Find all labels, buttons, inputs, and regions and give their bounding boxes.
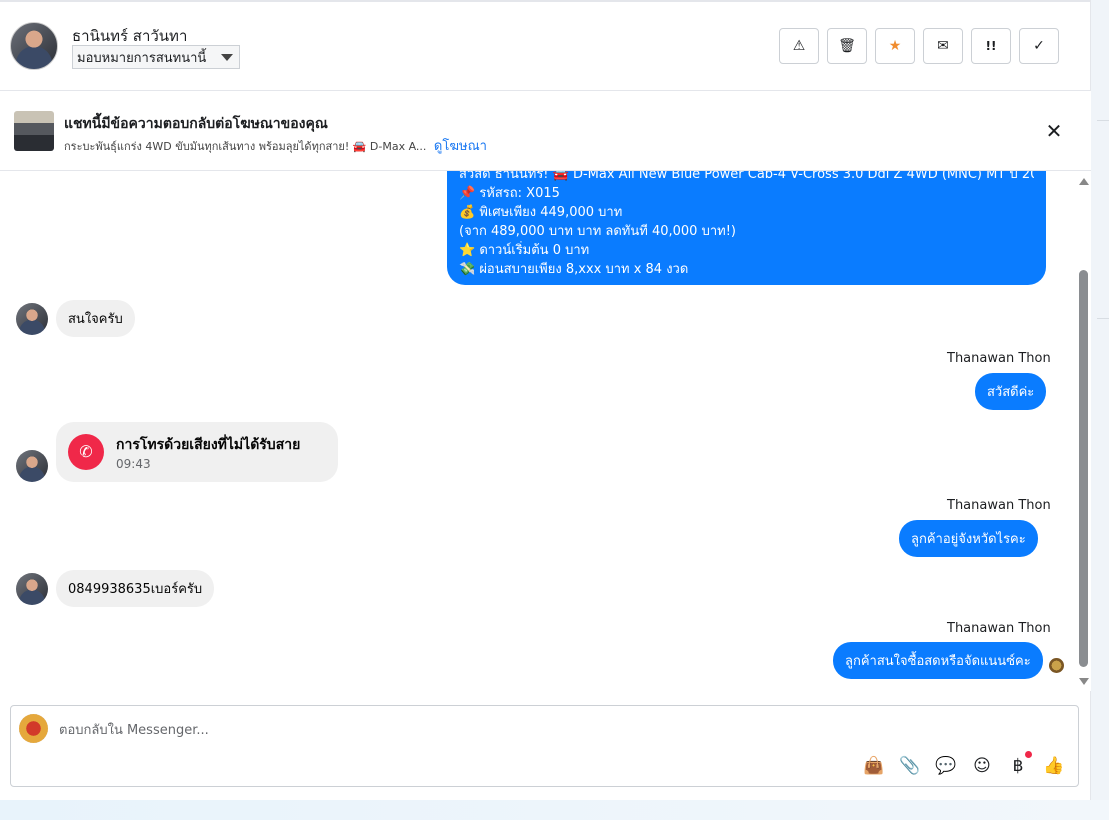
trash-icon: 🗑: [838, 38, 856, 54]
delete-button[interactable]: 🗑: [827, 28, 867, 64]
ad-thumbnail[interactable]: [14, 111, 54, 151]
page-footer-background: [0, 800, 1109, 820]
ad-banner-title: แชทนี้มีข้อความตอบกลับต่อโฆษณาของคุณ: [64, 116, 328, 132]
shopping-bag-icon[interactable]: 👜: [862, 754, 886, 778]
close-icon[interactable]: ✕: [1043, 121, 1065, 143]
spam-icon: !!: [985, 39, 997, 53]
spam-button[interactable]: !!: [971, 28, 1011, 64]
divider: [0, 0, 1091, 2]
assign-label: มอบหมายการสนทนานี้: [77, 50, 207, 66]
caret-down-icon: [221, 53, 233, 61]
assign-conversation-select[interactable]: มอบหมายการสนทนานี้: [72, 45, 240, 69]
mark-unread-button[interactable]: ✉: [923, 28, 963, 64]
ad-banner-subtitle: กระบะพันธุ์แกร่ง 4WD ขับมันทุกเส้นทาง พร…: [64, 135, 487, 156]
view-ad-link[interactable]: ดูโฆษณา: [434, 139, 487, 154]
side-strip: [1091, 0, 1109, 800]
baht-glyph: ฿: [1012, 756, 1024, 776]
mark-done-button[interactable]: ✓: [1019, 28, 1059, 64]
reply-composer: 👜 📎 💬 ☺ ฿ 👍: [10, 705, 1079, 787]
conversation-header: ธานินทร์ สาวันทา มอบหมายการสนทนานี้ ⚠ 🗑 …: [0, 0, 1091, 91]
attachment-icon[interactable]: 📎: [898, 754, 922, 778]
message-list: สวัสดี ธานินทร์! 🚘 D-Max All New Blue Po…: [0, 171, 1076, 691]
message-line: สวัสดี ธานินทร์! 🚘 D-Max All New Blue Po…: [459, 171, 1034, 182]
baht-payment-icon[interactable]: ฿: [1006, 751, 1032, 778]
envelope-icon: ✉: [937, 38, 949, 54]
message-line: 📌 รหัสรถ: X015: [459, 186, 560, 201]
incoming-message[interactable]: 0849938635เบอร์ครับ: [56, 570, 215, 607]
sender-name: Thanawan Thon: [947, 498, 1051, 513]
saved-reply-icon[interactable]: 💬: [934, 754, 958, 778]
outgoing-message[interactable]: สวัสดี ธานินทร์! 🚘 D-Max All New Blue Po…: [447, 171, 1046, 285]
report-button[interactable]: ⚠: [779, 28, 819, 64]
missed-call-card[interactable]: ✆ การโทรด้วยเสียงที่ไม่ได้รับสาย 09:43: [56, 422, 338, 482]
sender-name: Thanawan Thon: [947, 621, 1051, 636]
composer-toolbar: 👜 📎 💬 ☺ ฿ 👍: [862, 751, 1066, 778]
message-line: 💰 พิเศษเพียง 449,000 บาท: [459, 205, 623, 220]
incoming-message[interactable]: สนใจครับ: [56, 300, 135, 337]
sender-name: Thanawan Thon: [947, 351, 1051, 366]
star-button[interactable]: ★: [875, 28, 915, 64]
message-line: 💸 ผ่อนสบายเพียง 8,xxx บาท x 84 งวด: [459, 262, 689, 277]
divider: [1097, 318, 1109, 319]
emoji-icon[interactable]: ☺: [970, 754, 994, 778]
contact-avatar-small[interactable]: [16, 303, 48, 335]
outgoing-message[interactable]: ลูกค้าอยู่จังหวัดไรคะ: [899, 520, 1038, 557]
star-icon: ★: [888, 38, 902, 54]
missed-call-icon: ✆: [68, 434, 104, 470]
call-title: การโทรด้วยเสียงที่ไม่ได้รับสาย: [116, 437, 301, 453]
check-icon: ✓: [1033, 38, 1045, 54]
contact-avatar-small[interactable]: [16, 450, 48, 482]
contact-avatar-small[interactable]: [16, 573, 48, 605]
page-avatar: [19, 714, 48, 743]
inbox-panel: ธานินทร์ สาวันทา มอบหมายการสนทนานี้ ⚠ 🗑 …: [0, 0, 1091, 800]
scrollbar-thumb[interactable]: [1079, 270, 1088, 667]
outgoing-message[interactable]: สวัสดีค่ะ: [975, 373, 1047, 410]
thumbs-up-icon[interactable]: 👍: [1042, 754, 1066, 778]
warning-icon: ⚠: [792, 38, 806, 54]
scroll-up-icon[interactable]: [1079, 178, 1089, 185]
seen-avatar-icon: [1049, 658, 1064, 673]
outgoing-message[interactable]: ลูกค้าสนใจซื้อสดหรือจัดแนนซ์คะ: [833, 642, 1043, 679]
message-line: ⭐ ดาวน์เริ่มต้น 0 บาท: [459, 243, 590, 258]
conversation-toolbar: ⚠ 🗑 ★ ✉ !! ✓: [779, 28, 1059, 64]
contact-avatar[interactable]: [10, 22, 58, 70]
ad-reply-banner: แชทนี้มีข้อความตอบกลับต่อโฆษณาของคุณ กระ…: [0, 91, 1091, 171]
divider: [1097, 120, 1109, 121]
reply-input[interactable]: [59, 720, 759, 740]
message-line: (จาก 489,000 บาท บาท ลดทันที 40,000 บาท!…: [459, 224, 736, 239]
notification-dot: [1025, 751, 1032, 758]
scroll-down-icon[interactable]: [1079, 678, 1089, 685]
ad-text: กระบะพันธุ์แกร่ง 4WD ขับมันทุกเส้นทาง พร…: [64, 140, 427, 153]
call-time: 09:43: [116, 457, 151, 471]
